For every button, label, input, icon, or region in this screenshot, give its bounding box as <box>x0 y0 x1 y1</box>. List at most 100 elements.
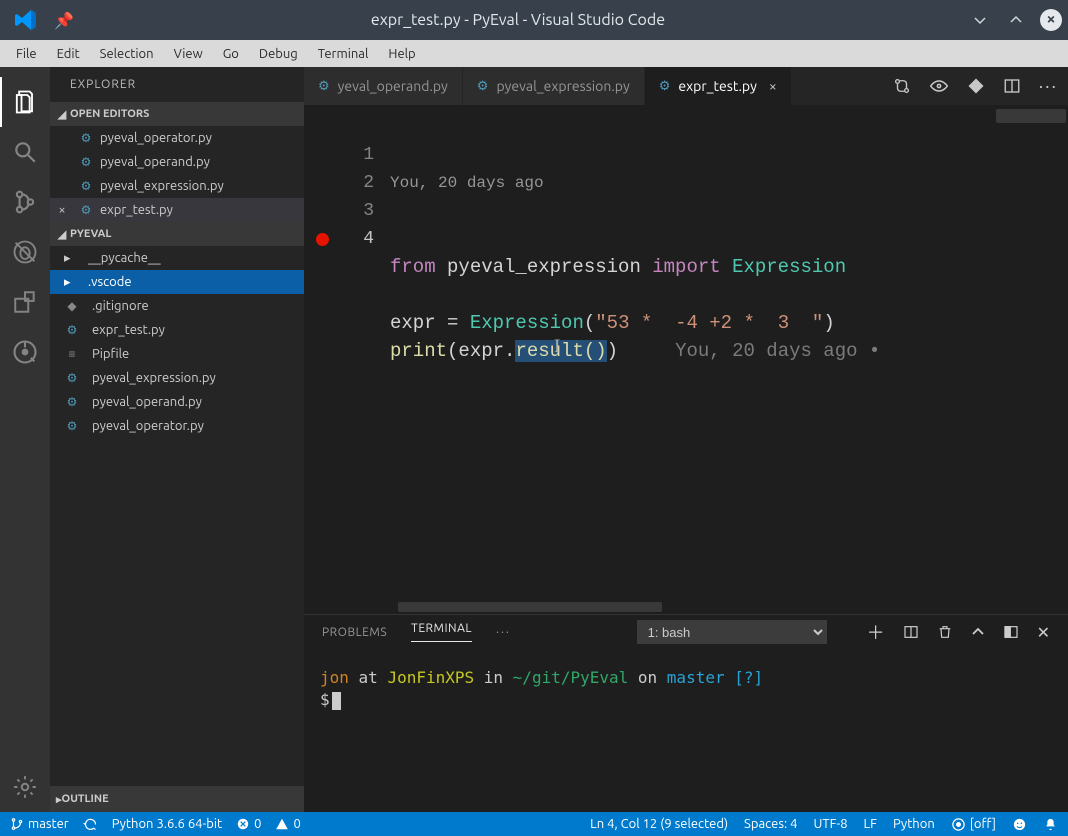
status-bell-icon[interactable] <box>1043 817 1058 832</box>
file-item[interactable]: ◆.gitignore <box>50 294 304 318</box>
open-editor-item[interactable]: ×⚙expr_test.py <box>50 198 304 222</box>
python-file-icon: ⚙ <box>318 79 330 94</box>
code-editor[interactable]: 1234 You, 20 days ago from pyeval_expres… <box>304 105 1068 614</box>
terminal-kill-icon[interactable] <box>937 624 953 640</box>
editor-tab[interactable]: ⚙ expr_test.py × <box>645 67 792 105</box>
menu-selection[interactable]: Selection <box>90 47 164 61</box>
terminal-split-icon[interactable] <box>903 624 919 640</box>
menu-view[interactable]: View <box>164 47 213 61</box>
folder-item[interactable]: ▸.vscode <box>50 270 304 294</box>
panel-tab-problems[interactable]: PROBLEMS <box>322 626 387 639</box>
activity-bar <box>0 67 50 812</box>
editor-tabs: ⚙yeval_operand.py⚙pyeval_expression.py ⚙ e… <box>304 67 1068 105</box>
file-label: pyeval_operator.py <box>100 131 212 145</box>
open-editor-item[interactable]: ×⚙pyeval_expression.py <box>50 174 304 198</box>
python-file-icon: ⚙ <box>78 131 94 145</box>
status-warnings[interactable]: 0 <box>275 817 300 831</box>
file-item[interactable]: ⚙pyeval_operator.py <box>50 414 304 438</box>
panel-up-icon[interactable] <box>971 625 985 639</box>
minimap[interactable] <box>996 109 1066 123</box>
panel-more-icon[interactable]: ··· <box>496 626 511 639</box>
term-in: in <box>474 668 513 687</box>
panel-layout-icon[interactable] <box>1003 624 1019 640</box>
term-path: ~/git/PyEval <box>513 668 629 687</box>
more-icon[interactable]: ··· <box>1039 76 1058 96</box>
project-header[interactable]: ◢ PYEVAL <box>50 222 304 246</box>
activity-debug[interactable] <box>0 227 50 277</box>
open-editor-item[interactable]: ×⚙pyeval_operator.py <box>50 126 304 150</box>
file-item[interactable]: ⚙pyeval_operand.py <box>50 390 304 414</box>
panel-tab-terminal[interactable]: TERMINAL <box>411 622 472 642</box>
editor-tab[interactable]: ⚙yeval_operand.py <box>304 67 463 105</box>
diamond-icon[interactable] <box>967 77 985 95</box>
outline-label: OUTLINE <box>62 793 109 805</box>
status-feedback-icon[interactable] <box>1012 817 1027 832</box>
gitlens-toggle-icon[interactable] <box>929 79 949 93</box>
maximize-button[interactable] <box>1004 8 1028 32</box>
file-item[interactable]: ⚙expr_test.py <box>50 318 304 342</box>
close-icon[interactable]: × <box>54 203 70 217</box>
terminal-body[interactable]: jon at JonFinXPS in ~/git/PyEval on mast… <box>304 649 1068 812</box>
status-python[interactable]: Python 3.6.6 64-bit <box>112 817 222 831</box>
code-lens[interactable]: You, 20 days ago <box>390 169 1068 197</box>
status-lang[interactable]: Python <box>893 817 935 831</box>
pin-icon[interactable]: 📌 <box>54 11 74 30</box>
chevron-down-icon: ◢ <box>56 228 68 241</box>
status-sync-icon[interactable] <box>83 817 98 832</box>
menu-debug[interactable]: Debug <box>249 47 308 61</box>
status-eol[interactable]: LF <box>864 817 877 831</box>
code-line[interactable]: from pyeval_expression import Expression <box>390 253 1068 281</box>
status-branch[interactable]: master <box>10 817 69 831</box>
menu-terminal[interactable]: Terminal <box>308 47 379 61</box>
tab-label: expr_test.py <box>678 78 756 94</box>
menu-file[interactable]: File <box>6 47 47 61</box>
close-tab-icon[interactable]: × <box>769 78 777 94</box>
git-file-icon: ◆ <box>64 299 80 313</box>
statusbar: master Python 3.6.6 64-bit 0 0 Ln 4, Col… <box>0 812 1068 836</box>
status-live[interactable]: [off] <box>951 817 996 832</box>
folder-item[interactable]: ▸__pycache__ <box>50 246 304 270</box>
panel-close-icon[interactable]: ✕ <box>1037 623 1050 642</box>
menu-help[interactable]: Help <box>378 47 425 61</box>
activity-explorer[interactable] <box>0 77 50 127</box>
chevron-right-icon: ▸ <box>64 275 76 290</box>
menu-go[interactable]: Go <box>213 47 249 61</box>
terminal-selector[interactable]: 1: bash <box>637 620 827 644</box>
file-item[interactable]: ⚙pyeval_expression.py <box>50 366 304 390</box>
editor-tab[interactable]: ⚙pyeval_expression.py <box>463 67 645 105</box>
status-encoding[interactable]: UTF-8 <box>813 817 847 831</box>
terminal-new-icon[interactable]: ＋ <box>867 619 885 645</box>
menu-edit[interactable]: Edit <box>47 47 90 61</box>
horizontal-scrollbar[interactable] <box>398 602 662 612</box>
term-flag: [?] <box>725 668 764 687</box>
breakpoint-icon[interactable] <box>316 233 329 246</box>
code-line[interactable]: expr = Expression("53 * -4 +2 * 3 ") <box>390 309 1068 337</box>
code-line[interactable] <box>390 281 1068 309</box>
term-branch: master <box>667 668 725 687</box>
minimize-button[interactable] <box>968 8 992 32</box>
term-at: at <box>349 668 388 687</box>
status-spaces[interactable]: Spaces: 4 <box>744 817 797 831</box>
activity-scm[interactable] <box>0 177 50 227</box>
file-item[interactable]: ≡Pipfile <box>50 342 304 366</box>
split-editor-icon[interactable] <box>1003 77 1021 95</box>
status-lncol[interactable]: Ln 4, Col 12 (9 selected) <box>590 817 728 831</box>
open-editor-item[interactable]: ×⚙pyeval_operand.py <box>50 150 304 174</box>
file-label: pyeval_operator.py <box>92 419 204 433</box>
vscode-logo-icon <box>14 8 38 32</box>
open-editors-header[interactable]: ◢ OPEN EDITORS <box>50 102 304 126</box>
close-window-button[interactable]: × <box>1040 9 1062 31</box>
window-title: expr_test.py - PyEval - Visual Studio Co… <box>74 11 962 29</box>
activity-search[interactable] <box>0 127 50 177</box>
activity-settings[interactable] <box>0 762 50 812</box>
outline-header[interactable]: ▸ OUTLINE <box>50 786 304 812</box>
activity-gitlens[interactable] <box>0 327 50 377</box>
python-file-icon: ⚙ <box>659 79 671 94</box>
git-compare-icon[interactable] <box>893 77 911 95</box>
terminal-cursor-icon <box>332 692 341 710</box>
status-errors[interactable]: 0 <box>236 817 261 831</box>
activity-extensions[interactable] <box>0 277 50 327</box>
term-user: jon <box>320 668 349 687</box>
code-line[interactable]: print(expr.result()) You, 20 days ago • <box>390 337 1068 365</box>
panel: PROBLEMS TERMINAL ··· 1: bash ＋ ✕ <box>304 614 1068 812</box>
